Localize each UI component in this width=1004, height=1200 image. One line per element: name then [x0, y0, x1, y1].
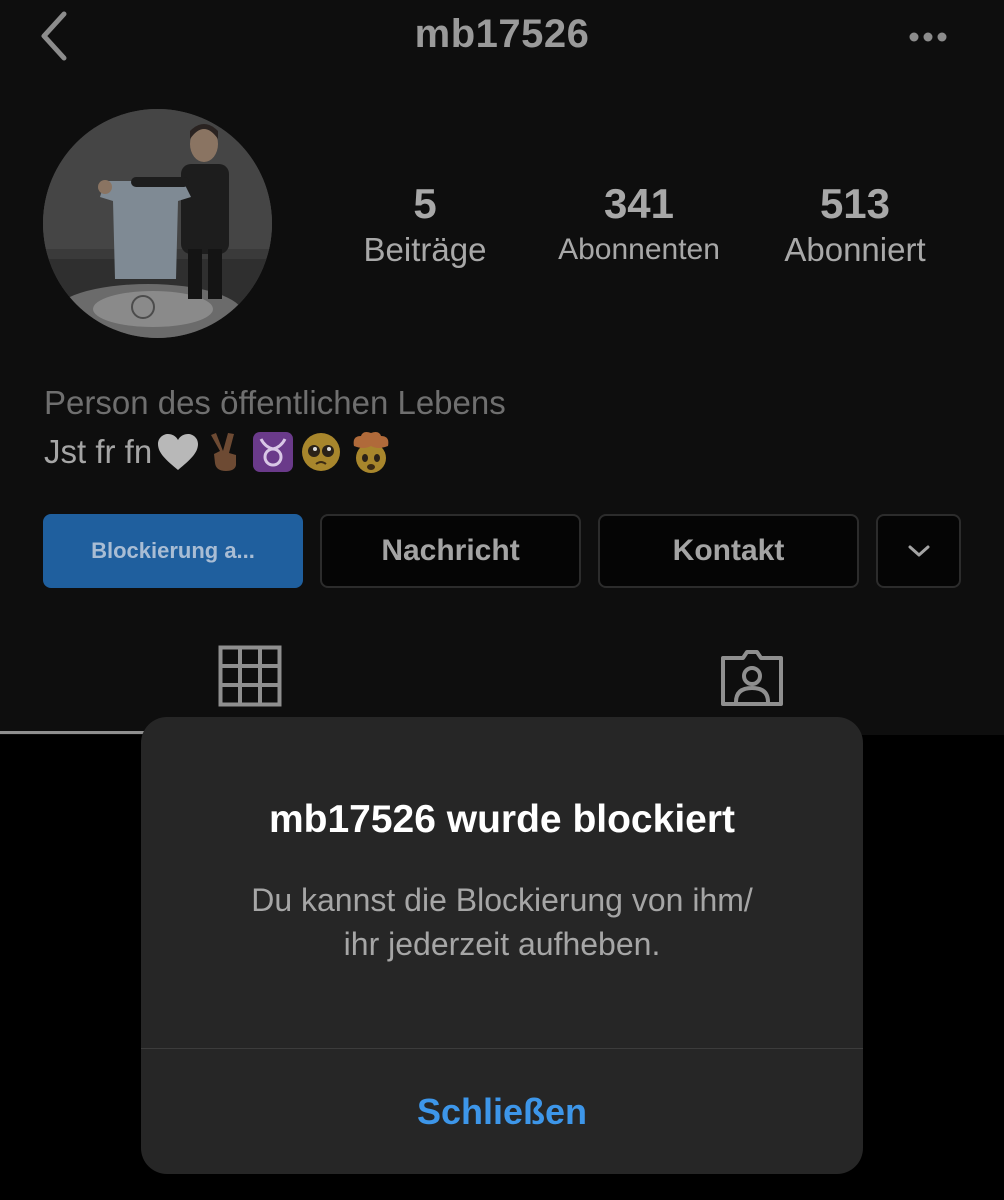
dialog-message-line-1: Du kannst die Blockierung von ihm/ [251, 882, 753, 918]
tab-posts-grid[interactable] [218, 645, 282, 707]
suggested-accounts-button[interactable] [876, 514, 961, 588]
following-count-value: 513 [819, 180, 891, 227]
pleading-face-emoji [302, 433, 341, 471]
ellipsis-icon [909, 32, 947, 42]
bio-emojis [156, 430, 394, 474]
white-heart-emoji [158, 434, 199, 470]
tab-tagged[interactable] [719, 648, 785, 708]
contact-button[interactable]: Kontakt [598, 514, 859, 588]
victory-hand-emoji [211, 433, 237, 471]
following-count-label: Abonniert [784, 231, 926, 268]
posts-count-label: Beiträge [363, 231, 487, 268]
grid-icon [218, 645, 282, 707]
followers-count-value: 341 [603, 180, 675, 227]
taurus-emoji [253, 432, 294, 472]
following-count[interactable]: 513 Abonniert [755, 180, 955, 272]
chevron-down-icon [908, 545, 929, 557]
tagged-person-icon [721, 650, 783, 706]
dialog-title: mb17526 wurde blockiert [268, 798, 736, 841]
message-button[interactable]: Nachricht [320, 514, 581, 588]
bio-category: Person des öffentlichen Lebens [44, 384, 506, 421]
close-button[interactable]: Schließen [141, 1049, 863, 1174]
profile-photo [43, 109, 272, 338]
screen: mb17526 5 Beiträge 341 Abonnenten 513 Ab… [0, 0, 1004, 1200]
more-options-button[interactable] [898, 22, 958, 52]
profile-area: mb17526 5 Beiträge 341 Abonnenten 513 Ab… [0, 0, 1004, 735]
dialog-message: Du kannst die Blockierung von ihm/ ihr j… [141, 878, 863, 966]
followers-count-label: Abonnenten [558, 233, 720, 266]
bio-text: Jst fr fn [44, 433, 153, 470]
posts-count[interactable]: 5 Beiträge [340, 180, 510, 272]
profile-avatar[interactable] [43, 109, 272, 338]
unblock-button[interactable]: Blockierung a... [43, 514, 303, 588]
followers-count[interactable]: 341 Abonnenten [538, 180, 740, 272]
dialog-message-line-2: ihr jederzeit aufheben. [343, 926, 661, 962]
bio: Jst fr fn [44, 430, 394, 474]
active-tab-indicator [0, 731, 145, 734]
profile-username-title: mb17526 [414, 12, 590, 56]
posts-count-value: 5 [413, 180, 437, 227]
exploding-head-emoji [353, 432, 389, 473]
